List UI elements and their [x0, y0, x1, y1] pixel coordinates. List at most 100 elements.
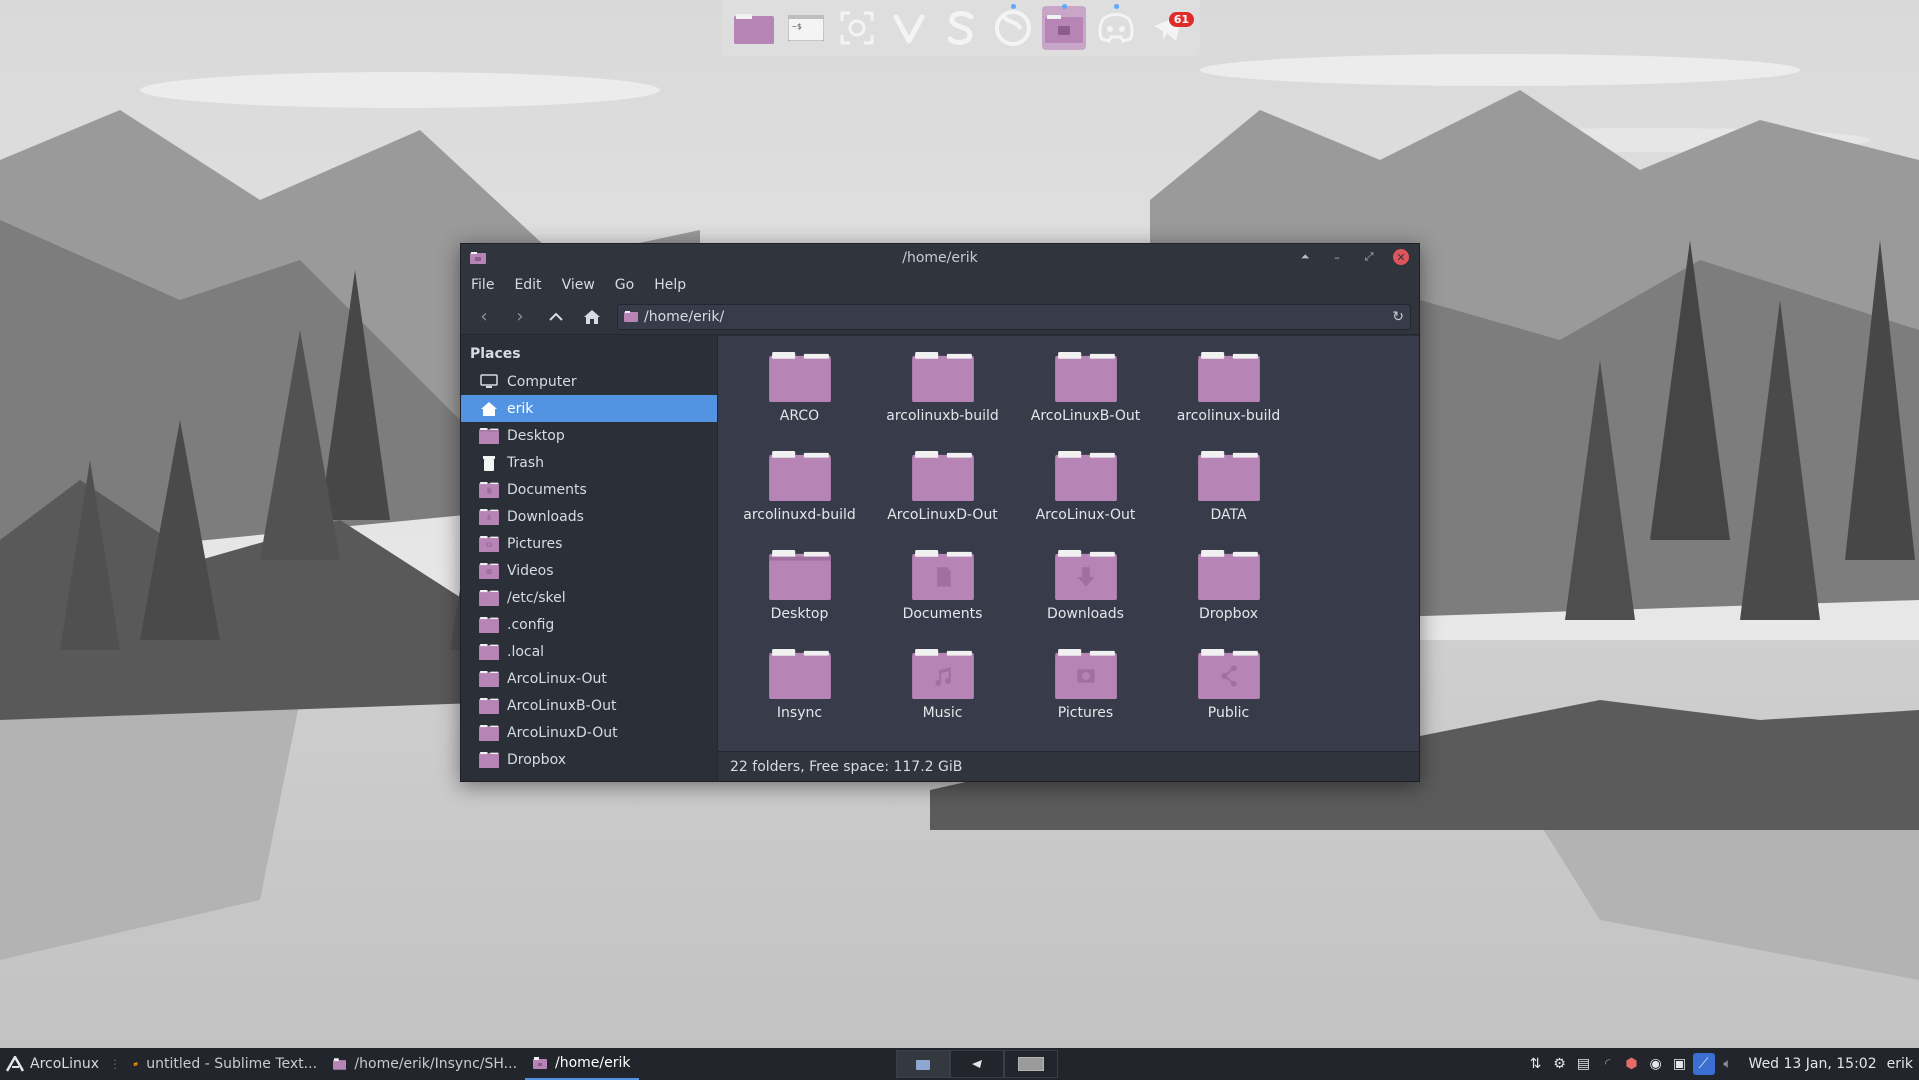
pictures-folder-icon: [1054, 643, 1118, 699]
folder-item[interactable]: arcolinuxb-build: [871, 346, 1014, 445]
window-titlebar[interactable]: /home/erik ⏶ – ⤢ ✕: [461, 244, 1419, 271]
user-name[interactable]: erik: [1887, 1056, 1913, 1072]
documents-folder-icon: [911, 544, 975, 600]
screenshot-icon: [840, 11, 874, 45]
folder-item[interactable]: Desktop: [728, 544, 871, 643]
dock-screenshot[interactable]: [835, 6, 879, 50]
folder-icon: [479, 697, 499, 714]
folder-item[interactable]: Documents: [871, 544, 1014, 643]
sidebar-item-label: Pictures: [507, 535, 563, 552]
menu-help[interactable]: Help: [654, 277, 686, 293]
folder-item[interactable]: Public: [1157, 643, 1300, 742]
sidebar-item-label: Computer: [507, 373, 577, 390]
clock[interactable]: Wed 13 Jan, 15:02: [1749, 1056, 1877, 1072]
sidebar-item-local[interactable]: .local: [461, 638, 717, 665]
wifi-icon[interactable]: ◜: [1597, 1053, 1619, 1075]
folder-item[interactable]: Music: [871, 643, 1014, 742]
dock-sublime[interactable]: [939, 6, 983, 50]
folder-item[interactable]: Insync: [728, 643, 871, 742]
sidebar-item-computer[interactable]: Computer: [461, 368, 717, 395]
sidebar-item-label: Downloads: [507, 508, 584, 525]
location-input[interactable]: [644, 308, 1393, 325]
menu-go[interactable]: Go: [615, 277, 634, 293]
dock-vivaldi[interactable]: [887, 6, 931, 50]
forward-button[interactable]: ›: [505, 303, 535, 331]
dock-files[interactable]: [732, 6, 776, 50]
sidebar-item-downloads[interactable]: Downloads: [461, 503, 717, 530]
folder-icon: [768, 643, 832, 699]
task-sublime[interactable]: untitled - Sublime Text...: [125, 1048, 325, 1080]
sidebar-item-videos[interactable]: Videos: [461, 557, 717, 584]
places-sidebar: Places Computer erik Desktop Trash Documents…: [461, 336, 718, 781]
folder-grid: ARCO arcolinuxb-build ArcoLinuxB-Out arcoli…: [728, 346, 1300, 742]
workspace-1[interactable]: [896, 1050, 950, 1078]
file-view[interactable]: ARCO arcolinuxb-build ArcoLinuxB-Out arcoli…: [718, 336, 1419, 781]
folder-label: Music: [922, 705, 963, 721]
folder-item[interactable]: Pictures: [1014, 643, 1157, 742]
task-home-folder[interactable]: /home/erik: [525, 1048, 639, 1080]
folder-icon: [333, 1058, 347, 1070]
sidebar-item-arcolinuxd-out[interactable]: ArcoLinuxD-Out: [461, 719, 717, 746]
camera-folder-icon: [624, 311, 638, 322]
workspace-3[interactable]: [1004, 1050, 1058, 1078]
maximize-button[interactable]: ⤢: [1361, 249, 1377, 265]
start-menu-button[interactable]: ArcoLinux: [0, 1048, 109, 1080]
location-bar[interactable]: ↻: [617, 303, 1411, 330]
computer-icon: [479, 374, 499, 390]
close-button[interactable]: ✕: [1393, 249, 1409, 265]
home-button[interactable]: [577, 303, 607, 331]
folder-item[interactable]: arcolinux-build: [1157, 346, 1300, 445]
dock-firefox[interactable]: [991, 4, 1035, 50]
folder-label: ArcoLinuxB-Out: [1030, 408, 1141, 424]
shade-button[interactable]: ⏶: [1297, 249, 1313, 265]
sidebar-item-desktop[interactable]: Desktop: [461, 422, 717, 449]
volume-icon[interactable]: 🔈︎: [1717, 1053, 1739, 1075]
folder-item[interactable]: ArcoLinuxD-Out: [871, 445, 1014, 544]
sidebar-item-erik[interactable]: erik: [461, 395, 717, 422]
dock-file-manager[interactable]: [1042, 4, 1087, 50]
menu-view[interactable]: View: [562, 277, 595, 293]
dock-terminal[interactable]: ~$: [784, 6, 828, 50]
sidebar-item-label: Documents: [507, 481, 587, 498]
sidebar-item-documents[interactable]: Documents: [461, 476, 717, 503]
parent-folder-button[interactable]: [541, 303, 571, 331]
workspace-2[interactable]: [950, 1050, 1004, 1078]
folder-icon: [768, 346, 832, 402]
minimize-button[interactable]: –: [1329, 249, 1345, 265]
folder-item[interactable]: DATA: [1157, 445, 1300, 544]
gear-icon[interactable]: ⚙: [1549, 1053, 1571, 1075]
screenshot-tray-icon[interactable]: ▣: [1669, 1053, 1691, 1075]
clipboard-icon[interactable]: ▤: [1573, 1053, 1595, 1075]
sidebar-item-arcolinux-out[interactable]: ArcoLinux-Out: [461, 665, 717, 692]
folder-label: DATA: [1210, 507, 1247, 523]
folder-item[interactable]: arcolinuxd-build: [728, 445, 871, 544]
task-label: untitled - Sublime Text...: [146, 1056, 318, 1072]
dock-discord[interactable]: [1094, 4, 1138, 50]
vpn-icon[interactable]: ⟋: [1692, 1053, 1715, 1075]
network-icon[interactable]: ⇅: [1525, 1053, 1547, 1075]
sidebar-item-dropbox[interactable]: Dropbox: [461, 746, 717, 773]
svg-text:~$: ~$: [792, 22, 802, 31]
back-button[interactable]: ‹: [469, 303, 499, 331]
sidebar-item-label: Trash: [507, 454, 544, 471]
reload-icon[interactable]: ↻: [1392, 309, 1404, 325]
running-indicator: [1010, 4, 1016, 9]
sidebar-item-pictures[interactable]: Pictures: [461, 530, 717, 557]
menu-edit[interactable]: Edit: [514, 277, 541, 293]
dock-telegram[interactable]: 61: [1146, 6, 1194, 50]
folder-item[interactable]: ArcoLinux-Out: [1014, 445, 1157, 544]
sidebar-item-arcolinuxb-out[interactable]: ArcoLinuxB-Out: [461, 692, 717, 719]
sidebar-item-trash[interactable]: Trash: [461, 449, 717, 476]
folder-item[interactable]: Downloads: [1014, 544, 1157, 643]
menu-file[interactable]: File: [471, 277, 494, 293]
task-insync-folder[interactable]: /home/erik/Insync/SH...: [325, 1048, 525, 1080]
folder-item[interactable]: ArcoLinuxB-Out: [1014, 346, 1157, 445]
discord-icon[interactable]: ◉: [1645, 1053, 1667, 1075]
sidebar-item-etc-skel[interactable]: /etc/skel: [461, 584, 717, 611]
toolbox-icon[interactable]: ⬢: [1621, 1053, 1643, 1075]
folder-item[interactable]: ARCO: [728, 346, 871, 445]
folder-label: Insync: [776, 705, 823, 721]
folder-label: Pictures: [1057, 705, 1114, 721]
sidebar-item-config[interactable]: .config: [461, 611, 717, 638]
folder-item[interactable]: Dropbox: [1157, 544, 1300, 643]
